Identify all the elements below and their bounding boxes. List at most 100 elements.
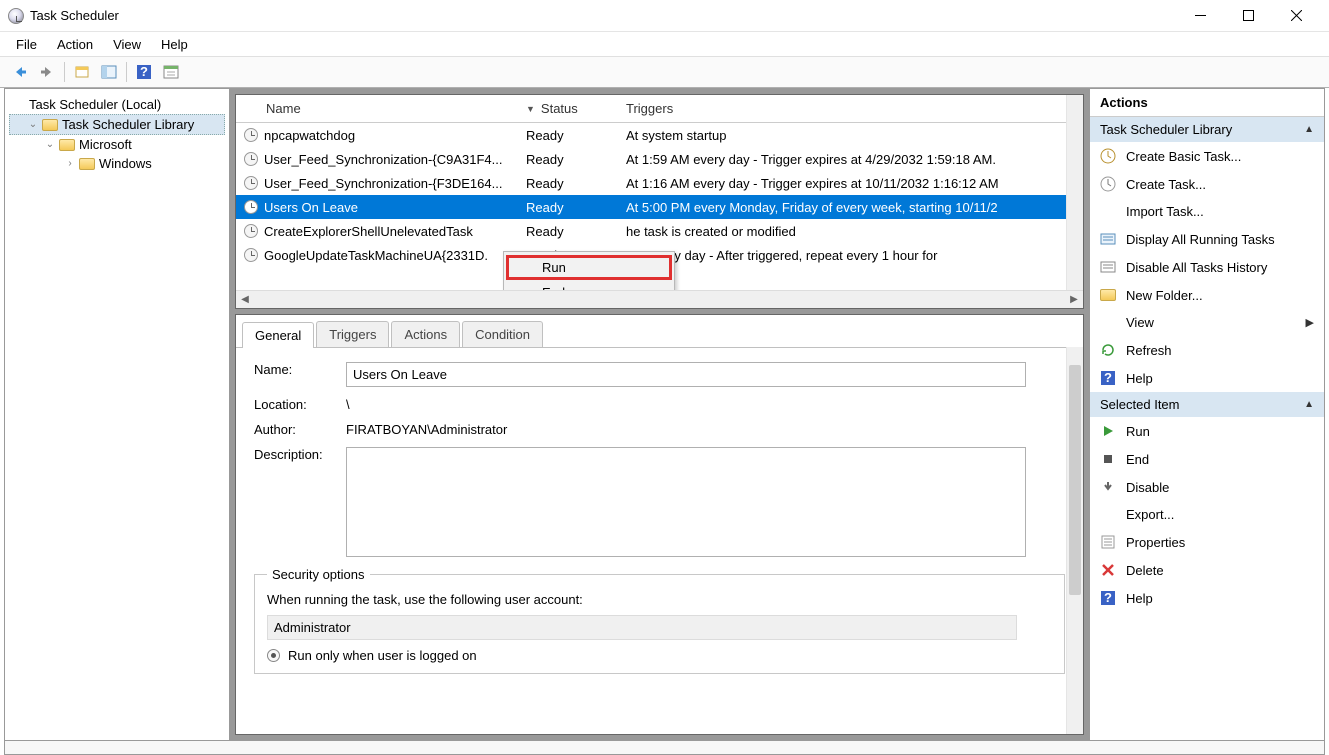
task-rows: npcapwatchdog Ready At system startup Us… — [236, 123, 1083, 290]
task-status: Ready — [516, 125, 616, 146]
calendar-icon[interactable] — [159, 60, 183, 84]
properties-icon — [1100, 534, 1116, 550]
expander-icon[interactable]: › — [65, 158, 75, 169]
menu-action[interactable]: Action — [47, 34, 103, 55]
action-label: Run — [1126, 424, 1150, 439]
column-name[interactable]: Name — [236, 95, 516, 122]
details-vscroll[interactable] — [1066, 347, 1083, 734]
action-delete[interactable]: Delete — [1090, 556, 1324, 584]
task-row[interactable]: CreateExplorerShellUnelevatedTask Ready … — [236, 219, 1083, 243]
action-label: Disable — [1126, 480, 1169, 495]
window-title: Task Scheduler — [30, 8, 1185, 23]
column-status[interactable]: ▼Status — [516, 95, 616, 122]
tree-microsoft[interactable]: ⌄ Microsoft — [9, 135, 225, 154]
tree-windows-label: Windows — [99, 156, 152, 171]
properties-icon[interactable] — [70, 60, 94, 84]
folder-icon — [79, 158, 95, 170]
scroll-right-icon[interactable]: ▶ — [1065, 294, 1083, 305]
action-refresh[interactable]: Refresh — [1090, 336, 1324, 364]
back-button[interactable] — [8, 60, 32, 84]
minimize-button[interactable] — [1185, 6, 1215, 26]
menu-view[interactable]: View — [103, 34, 151, 55]
help-icon[interactable]: ? — [132, 60, 156, 84]
radio-loggedon[interactable]: Run only when user is logged on — [267, 648, 1052, 663]
task-triggers: he task is created or modified — [616, 221, 1083, 242]
context-end[interactable]: End — [506, 280, 672, 290]
task-icon — [244, 200, 258, 214]
task-row[interactable]: User_Feed_Synchronization-{F3DE164... Re… — [236, 171, 1083, 195]
new-folder-icon — [1100, 287, 1116, 303]
action-properties[interactable]: Properties — [1090, 528, 1324, 556]
security-account: Administrator — [267, 615, 1017, 640]
action-view[interactable]: View ▶ — [1090, 309, 1324, 336]
task-icon — [244, 152, 258, 166]
name-label: Name: — [254, 362, 346, 387]
action-label: Disable All Tasks History — [1126, 260, 1267, 275]
view-icon[interactable] — [97, 60, 121, 84]
tab-general[interactable]: General — [242, 322, 314, 348]
action-create-task[interactable]: Create Task... — [1090, 170, 1324, 198]
location-label: Location: — [254, 397, 346, 412]
task-status: Ready — [516, 173, 616, 194]
task-triggers: At 5:00 PM every Monday, Friday of every… — [616, 197, 1083, 218]
tab-triggers[interactable]: Triggers — [316, 321, 389, 347]
task-row-selected[interactable]: Users On Leave Ready At 5:00 PM every Mo… — [236, 195, 1083, 219]
action-label: Export... — [1126, 507, 1174, 522]
forward-button[interactable] — [35, 60, 59, 84]
folder-icon — [59, 139, 75, 151]
action-run[interactable]: Run — [1090, 417, 1324, 445]
security-legend: Security options — [267, 567, 370, 582]
action-export[interactable]: Export... — [1090, 501, 1324, 528]
expander-icon[interactable]: ⌄ — [45, 139, 55, 150]
actions-selected-title[interactable]: Selected Item ▲ — [1090, 392, 1324, 417]
context-run[interactable]: Run — [506, 255, 672, 280]
actions-library-title[interactable]: Task Scheduler Library ▲ — [1090, 117, 1324, 142]
action-display-running[interactable]: Display All Running Tasks — [1090, 225, 1324, 253]
status-bar — [4, 741, 1325, 755]
collapse-icon: ▲ — [1304, 124, 1314, 135]
disable-icon — [1100, 479, 1116, 495]
task-status: Ready — [516, 149, 616, 170]
refresh-icon — [1100, 342, 1116, 358]
task-icon — [244, 176, 258, 190]
action-help-2[interactable]: ? Help — [1090, 584, 1324, 612]
task-icon — [244, 224, 258, 238]
action-new-folder[interactable]: New Folder... — [1090, 281, 1324, 309]
title-bar: Task Scheduler — [0, 0, 1329, 32]
task-row[interactable]: User_Feed_Synchronization-{C9A31F4... Re… — [236, 147, 1083, 171]
menu-help[interactable]: Help — [151, 34, 198, 55]
tree-windows[interactable]: › Windows — [9, 154, 225, 173]
security-text: When running the task, use the following… — [267, 592, 1052, 607]
task-list-vscroll[interactable] — [1066, 95, 1083, 290]
description-field[interactable] — [346, 447, 1026, 557]
action-end[interactable]: End — [1090, 445, 1324, 473]
tabs: General Triggers Actions Condition — [236, 315, 1083, 348]
maximize-button[interactable] — [1233, 6, 1263, 26]
task-status: Ready — [516, 197, 616, 218]
action-disable[interactable]: Disable — [1090, 473, 1324, 501]
action-import-task[interactable]: Import Task... — [1090, 198, 1324, 225]
task-name: GoogleUpdateTaskMachineUA{2331D. — [264, 248, 488, 263]
details-body: Name: Location: \ Author: FIRATBOYAN\Adm… — [236, 348, 1083, 734]
action-disable-history[interactable]: Disable All Tasks History — [1090, 253, 1324, 281]
scroll-left-icon[interactable]: ◀ — [236, 294, 254, 305]
tab-conditions[interactable]: Condition — [462, 321, 543, 347]
action-help[interactable]: ? Help — [1090, 364, 1324, 392]
app-icon — [8, 8, 24, 24]
action-label: Delete — [1126, 563, 1164, 578]
tree-library[interactable]: ⌄ Task Scheduler Library — [9, 114, 225, 135]
task-row[interactable]: npcapwatchdog Ready At system startup — [236, 123, 1083, 147]
column-triggers[interactable]: Triggers — [616, 95, 1083, 122]
name-field[interactable] — [346, 362, 1026, 387]
actions-library-label: Task Scheduler Library — [1100, 122, 1232, 137]
tree-root[interactable]: Task Scheduler (Local) — [9, 95, 225, 114]
close-button[interactable] — [1281, 6, 1311, 26]
menu-file[interactable]: File — [6, 34, 47, 55]
action-create-basic-task[interactable]: Create Basic Task... — [1090, 142, 1324, 170]
window-controls — [1185, 6, 1321, 26]
task-headers: Name ▼Status Triggers — [236, 95, 1083, 123]
tab-actions[interactable]: Actions — [391, 321, 460, 347]
expander-icon[interactable]: ⌄ — [28, 119, 38, 130]
task-list-hscroll[interactable]: ◀ ▶ — [236, 290, 1083, 308]
help-icon: ? — [1100, 370, 1116, 386]
